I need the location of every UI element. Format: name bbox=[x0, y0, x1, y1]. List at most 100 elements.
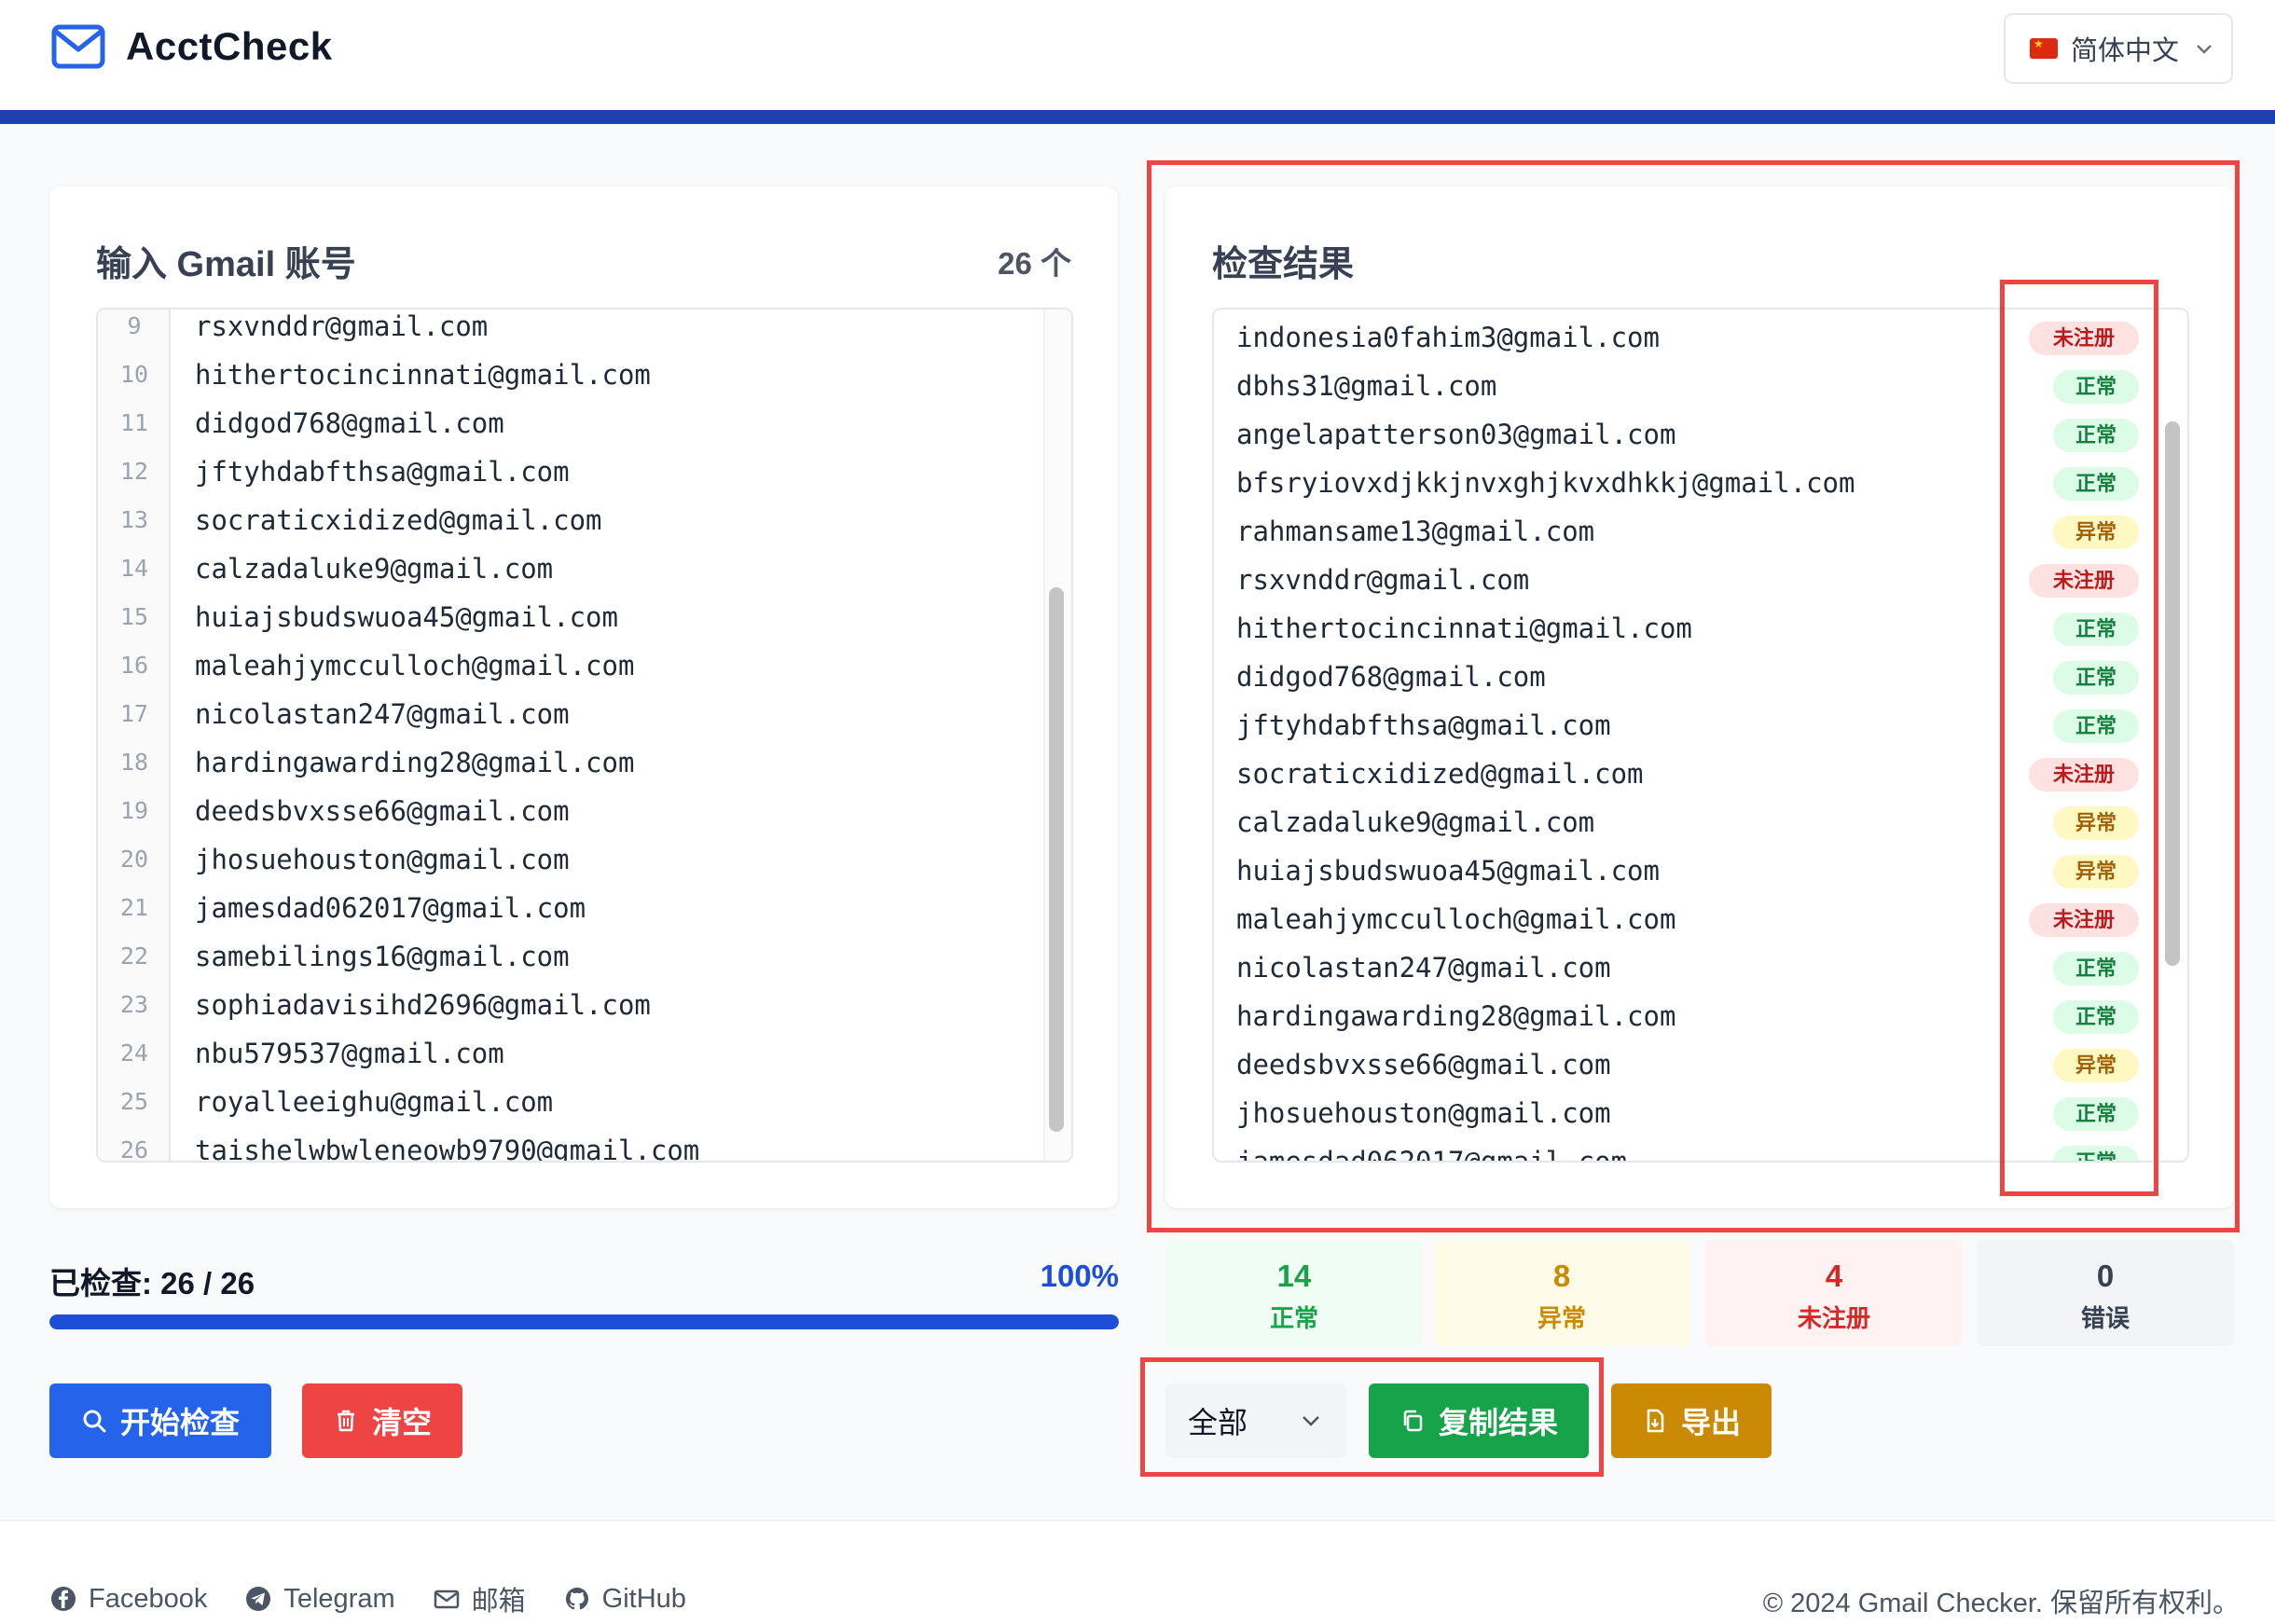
facebook-link[interactable]: Facebook bbox=[49, 1584, 207, 1615]
editor-line[interactable]: 10 hithertocincinnati@gmail.com bbox=[98, 351, 1071, 399]
result-row[interactable]: calzadaluke9@gmail.com 异常 bbox=[1214, 798, 2187, 846]
language-select[interactable]: 简体中文 bbox=[2004, 13, 2233, 84]
result-email: rahmansame13@gmail.com bbox=[1236, 516, 1595, 547]
result-email: hardingawarding28@gmail.com bbox=[1236, 1000, 1676, 1032]
results-scrollbar-thumb[interactable] bbox=[2165, 421, 2180, 966]
result-row[interactable]: huiajsbudswuoa45@gmail.com 异常 bbox=[1214, 846, 2187, 895]
line-text: hardingawarding28@gmail.com bbox=[195, 747, 635, 778]
editor-line[interactable]: 11 didgod768@gmail.com bbox=[98, 399, 1071, 447]
line-number: 10 bbox=[119, 361, 149, 388]
line-text: samebilings16@gmail.com bbox=[195, 941, 570, 972]
line-number: 14 bbox=[119, 555, 149, 582]
results-title: 检查结果 bbox=[1212, 245, 1355, 284]
stat-abnormal-label: 异常 bbox=[1537, 1304, 1586, 1332]
telegram-label: Telegram bbox=[283, 1583, 395, 1614]
editor-line[interactable]: 22 samebilings16@gmail.com bbox=[98, 932, 1071, 981]
progress-percent: 100% bbox=[1040, 1259, 1119, 1293]
result-email: hithertocincinnati@gmail.com bbox=[1236, 612, 1692, 644]
stat-unregistered-value: 4 bbox=[1825, 1259, 1843, 1293]
result-row[interactable]: rsxvnddr@gmail.com 未注册 bbox=[1214, 556, 2187, 604]
start-check-button[interactable]: 开始检查 bbox=[49, 1383, 271, 1458]
stat-unregistered-label: 未注册 bbox=[1797, 1304, 1870, 1332]
editor-line[interactable]: 21 jamesdad062017@gmail.com bbox=[98, 884, 1071, 932]
result-email: maleahjymcculloch@gmail.com bbox=[1236, 903, 1676, 935]
telegram-link[interactable]: Telegram bbox=[244, 1583, 395, 1615]
line-number: 21 bbox=[119, 894, 149, 921]
line-number: 25 bbox=[119, 1088, 149, 1115]
result-row[interactable]: indonesia0fahim3@gmail.com 未注册 bbox=[1214, 313, 2187, 362]
editor-line[interactable]: 15 huiajsbudswuoa45@gmail.com bbox=[98, 593, 1071, 641]
editor-line[interactable]: 9 rsxvnddr@gmail.com bbox=[98, 310, 1071, 351]
editor-line[interactable]: 19 deedsbvxsse66@gmail.com bbox=[98, 787, 1071, 835]
clear-button[interactable]: 清空 bbox=[302, 1383, 462, 1458]
line-text: nbu579537@gmail.com bbox=[195, 1038, 504, 1069]
editor-line[interactable]: 17 nicolastan247@gmail.com bbox=[98, 690, 1071, 738]
result-row[interactable]: bfsryiovxdjkkjnvxghjkvxdhkkj@gmail.com 正常 bbox=[1214, 459, 2187, 507]
result-email: indonesia0fahim3@gmail.com bbox=[1236, 322, 1660, 353]
mail-icon bbox=[51, 24, 105, 69]
result-row[interactable]: jftyhdabfthsa@gmail.com 正常 bbox=[1214, 701, 2187, 750]
result-row[interactable]: rahmansame13@gmail.com 异常 bbox=[1214, 507, 2187, 556]
status-badge: 异常 bbox=[2053, 1049, 2139, 1082]
result-row[interactable]: didgod768@gmail.com 正常 bbox=[1214, 653, 2187, 701]
editor-line[interactable]: 24 nbu579537@gmail.com bbox=[98, 1029, 1071, 1078]
export-button[interactable]: 导出 bbox=[1611, 1383, 1772, 1458]
result-row[interactable]: jamesdad062017@gmail.com 正常 bbox=[1214, 1137, 2187, 1163]
result-email: socraticxidized@gmail.com bbox=[1236, 758, 1644, 790]
result-row[interactable]: maleahjymcculloch@gmail.com 未注册 bbox=[1214, 895, 2187, 943]
result-email: bfsryiovxdjkkjnvxghjkvxdhkkj@gmail.com bbox=[1236, 467, 1855, 499]
result-email: jhosuehouston@gmail.com bbox=[1236, 1097, 1611, 1129]
status-badge: 异常 bbox=[2053, 806, 2139, 840]
status-badge: 正常 bbox=[2053, 1097, 2139, 1131]
china-flag-icon bbox=[2030, 36, 2058, 59]
editor-line[interactable]: 23 sophiadavisihd2696@gmail.com bbox=[98, 981, 1071, 1029]
search-icon bbox=[83, 1410, 106, 1433]
status-badge: 异常 bbox=[2053, 855, 2139, 888]
result-row[interactable]: angelapatterson03@gmail.com 正常 bbox=[1214, 410, 2187, 459]
editor-scrollbar-thumb[interactable] bbox=[1049, 587, 1064, 1132]
line-number: 24 bbox=[119, 1039, 149, 1067]
github-icon bbox=[565, 1587, 588, 1610]
editor-line[interactable]: 13 socraticxidized@gmail.com bbox=[98, 496, 1071, 544]
line-number: 19 bbox=[119, 797, 149, 824]
result-email: nicolastan247@gmail.com bbox=[1236, 952, 1611, 984]
result-row[interactable]: deedsbvxsse66@gmail.com 异常 bbox=[1214, 1040, 2187, 1089]
footer: Facebook Telegram 邮箱 GitHub © 2024 Gmail… bbox=[0, 1520, 2275, 1624]
result-filter-select[interactable]: 全部 bbox=[1165, 1383, 1346, 1458]
progress-bar-fill bbox=[49, 1314, 1119, 1329]
copyright-text: © 2024 Gmail Checker. 保留所有权利。 bbox=[1762, 1589, 2240, 1618]
status-badge: 未注册 bbox=[2029, 322, 2139, 355]
status-badge: 正常 bbox=[2053, 467, 2139, 501]
editor-line[interactable]: 16 maleahjymcculloch@gmail.com bbox=[98, 641, 1071, 690]
stat-ok-value: 14 bbox=[1276, 1259, 1312, 1293]
result-row[interactable]: dbhs31@gmail.com 正常 bbox=[1214, 362, 2187, 410]
status-badge: 未注册 bbox=[2029, 903, 2139, 937]
stat-abnormal-value: 8 bbox=[1552, 1259, 1571, 1293]
result-email: jamesdad062017@gmail.com bbox=[1236, 1146, 1628, 1163]
copy-results-button[interactable]: 复制结果 bbox=[1369, 1383, 1589, 1458]
editor-line[interactable]: 25 royalleeighu@gmail.com bbox=[98, 1078, 1071, 1126]
editor-line[interactable]: 18 hardingawarding28@gmail.com bbox=[98, 738, 1071, 787]
brand[interactable]: AcctCheck bbox=[51, 24, 333, 69]
email-label: 邮箱 bbox=[471, 1587, 526, 1617]
result-row[interactable]: hithertocincinnati@gmail.com 正常 bbox=[1214, 604, 2187, 653]
result-row[interactable]: socraticxidized@gmail.com 未注册 bbox=[1214, 750, 2187, 798]
status-badge: 正常 bbox=[2053, 419, 2139, 452]
github-link[interactable]: GitHub bbox=[563, 1584, 686, 1615]
results-list[interactable]: indonesia0fahim3@gmail.com 未注册 dbhs31@gmai… bbox=[1212, 308, 2189, 1163]
telegram-icon bbox=[246, 1587, 271, 1611]
file-export-icon bbox=[1647, 1409, 1664, 1433]
result-row[interactable]: hardingawarding28@gmail.com 正常 bbox=[1214, 992, 2187, 1040]
result-email: deedsbvxsse66@gmail.com bbox=[1236, 1049, 1611, 1080]
email-link[interactable]: 邮箱 bbox=[433, 1579, 526, 1618]
result-row[interactable]: nicolastan247@gmail.com 正常 bbox=[1214, 943, 2187, 992]
input-card: 输入 Gmail 账号 26 个 9 rsxvnddr@gmail.com 10 hi… bbox=[49, 186, 1118, 1208]
result-email: huiajsbudswuoa45@gmail.com bbox=[1236, 855, 1660, 887]
email-input-editor[interactable]: 9 rsxvnddr@gmail.com 10 hithertocincinnati@… bbox=[96, 308, 1073, 1163]
editor-line[interactable]: 20 jhosuehouston@gmail.com bbox=[98, 835, 1071, 884]
result-row[interactable]: jhosuehouston@gmail.com 正常 bbox=[1214, 1089, 2187, 1137]
editor-line[interactable]: 26 taishelwbwleneowb9790@gmail.com bbox=[98, 1126, 1071, 1161]
line-number: 11 bbox=[119, 409, 149, 436]
editor-line[interactable]: 12 jftyhdabfthsa@gmail.com bbox=[98, 447, 1071, 496]
editor-line[interactable]: 14 calzadaluke9@gmail.com bbox=[98, 544, 1071, 593]
